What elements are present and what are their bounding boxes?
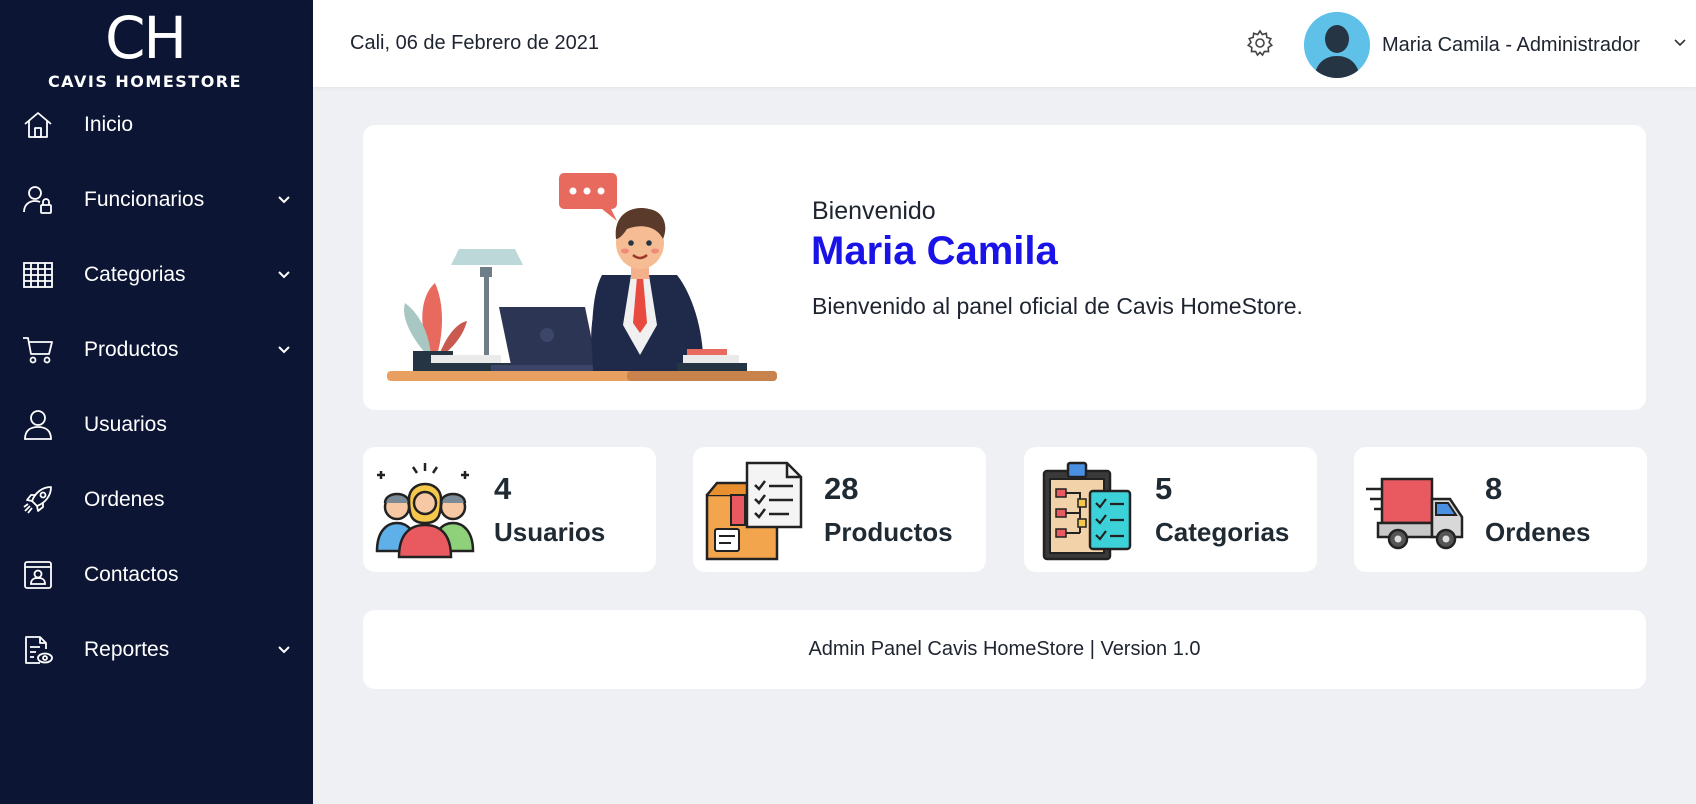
sidebar-item-label: Categorias bbox=[84, 263, 186, 286]
user-icon bbox=[22, 409, 54, 441]
sidebar-item-label: Funcionarios bbox=[84, 188, 205, 211]
stat-label: Usuarios bbox=[494, 517, 606, 547]
contact-card-icon bbox=[22, 559, 54, 591]
chevron-down-icon bbox=[276, 342, 292, 358]
brand-name: CAVIS HOMESTORE bbox=[47, 72, 243, 91]
report-icon bbox=[22, 634, 54, 666]
grid-icon bbox=[22, 259, 54, 291]
rocket-icon bbox=[22, 484, 54, 516]
user-lock-icon bbox=[22, 184, 54, 216]
sidebar-item-ordenes[interactable]: Ordenes bbox=[0, 472, 313, 528]
sidebar-item-label: Usuarios bbox=[84, 413, 167, 436]
welcome-description: Bienvenido al panel oficial de Cavis Hom… bbox=[812, 293, 1303, 319]
chevron-down-icon bbox=[276, 192, 292, 208]
stat-value: 4 bbox=[494, 471, 512, 506]
chevron-down-icon bbox=[276, 642, 292, 658]
footer-card: Admin Panel Cavis HomeStore | Version 1.… bbox=[363, 610, 1646, 689]
stat-value: 28 bbox=[824, 471, 859, 506]
sidebar-item-categorias[interactable]: Categorias bbox=[0, 247, 313, 303]
stat-label: Categorias bbox=[1155, 517, 1290, 547]
delivery-truck-icon bbox=[1364, 459, 1468, 563]
top-header: Cali, 06 de Febrero de 2021 Maria Camila… bbox=[313, 0, 1696, 87]
sidebar-item-label: Ordenes bbox=[84, 488, 165, 511]
stat-card-categorias[interactable]: 5 Categorias bbox=[1024, 447, 1317, 572]
avatar[interactable] bbox=[1304, 12, 1370, 78]
stat-value: 5 bbox=[1155, 471, 1173, 506]
sidebar-item-contactos[interactable]: Contactos bbox=[0, 547, 313, 603]
home-icon bbox=[22, 109, 54, 141]
brand-logo[interactable]: CH CAVIS HOMESTORE bbox=[0, 8, 290, 91]
stat-value: 8 bbox=[1485, 471, 1503, 506]
product-box-icon bbox=[703, 459, 807, 563]
gear-icon[interactable] bbox=[1246, 29, 1274, 57]
brand-mark: CH bbox=[104, 4, 187, 72]
sidebar-item-usuarios[interactable]: Usuarios bbox=[0, 397, 313, 453]
stat-label: Productos bbox=[824, 517, 953, 547]
current-date: Cali, 06 de Febrero de 2021 bbox=[350, 32, 600, 54]
welcome-card: Bienvenido Maria Camila Bienvenido al pa… bbox=[363, 125, 1646, 410]
sidebar-item-label: Productos bbox=[84, 338, 179, 361]
footer-text: Admin Panel Cavis HomeStore | Version 1.… bbox=[808, 638, 1201, 660]
chevron-down-icon[interactable] bbox=[1673, 36, 1687, 50]
sidebar-item-label: Reportes bbox=[84, 638, 170, 661]
cart-icon bbox=[22, 334, 54, 366]
user-menu[interactable]: Maria Camila - Administrador bbox=[1382, 34, 1640, 57]
users-group-icon bbox=[373, 459, 477, 563]
stat-label: Ordenes bbox=[1485, 517, 1591, 547]
welcome-greeting: Bienvenido bbox=[812, 197, 936, 225]
sidebar-item-inicio[interactable]: Inicio bbox=[0, 97, 313, 153]
welcome-user-name: Maria Camila bbox=[811, 229, 1058, 273]
office-illustration bbox=[387, 165, 777, 390]
sidebar: CH CAVIS HOMESTORE Inicio Funcionarios C… bbox=[0, 0, 313, 804]
chevron-down-icon bbox=[276, 267, 292, 283]
sidebar-item-reportes[interactable]: Reportes bbox=[0, 622, 313, 678]
stat-card-usuarios[interactable]: 4 Usuarios bbox=[363, 447, 656, 572]
clipboard-icon bbox=[1034, 459, 1138, 563]
stat-card-productos[interactable]: 28 Productos bbox=[693, 447, 986, 572]
sidebar-item-label: Inicio bbox=[84, 113, 134, 136]
sidebar-item-productos[interactable]: Productos bbox=[0, 322, 313, 378]
stat-card-ordenes[interactable]: 8 Ordenes bbox=[1354, 447, 1647, 572]
sidebar-item-funcionarios[interactable]: Funcionarios bbox=[0, 172, 313, 228]
sidebar-item-label: Contactos bbox=[84, 563, 179, 586]
